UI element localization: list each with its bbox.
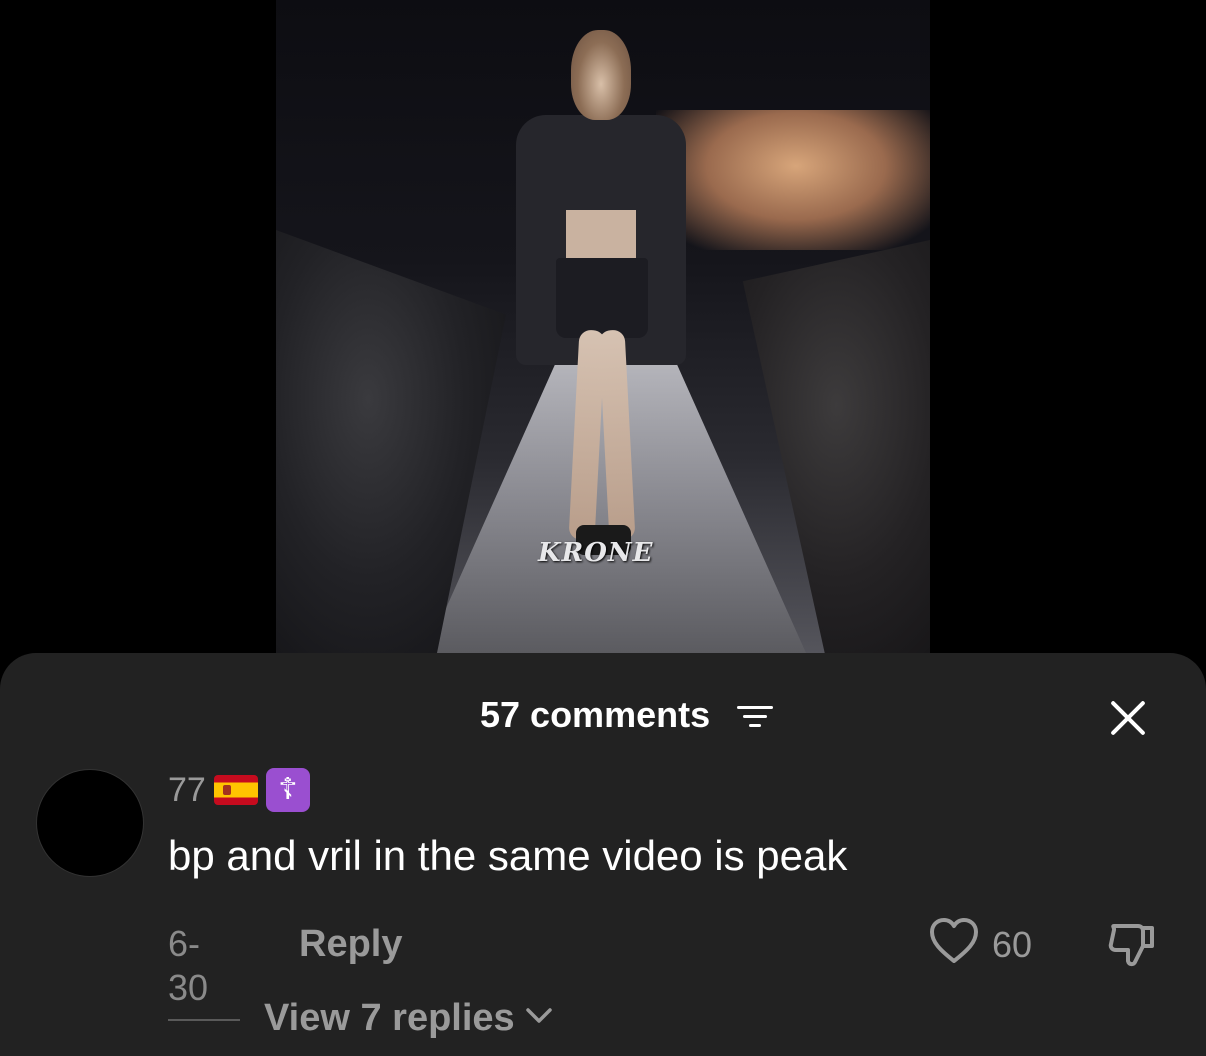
comment-date: 6-30 — [168, 923, 209, 1008]
divider — [168, 1019, 240, 1021]
model-shorts — [556, 258, 648, 338]
comment-text: bp and vril in the same video is peak — [168, 832, 848, 879]
video-player[interactable]: KRONE — [0, 0, 1206, 700]
heart-icon[interactable] — [928, 917, 980, 965]
orthodox-cross-icon: ☦ — [265, 768, 310, 812]
comments-header: 57 comments — [0, 691, 1206, 741]
chevron-down-icon[interactable] — [524, 1006, 554, 1026]
video-caption: KRONE — [538, 538, 654, 568]
runway-model — [516, 30, 686, 590]
video-frame[interactable]: KRONE — [276, 0, 930, 653]
stage-backdrop — [656, 110, 930, 250]
like-count: 60 — [992, 924, 1033, 965]
model-head — [571, 30, 631, 120]
comment-item: 77 ☦ bp and vril in the same video is pe… — [0, 766, 1206, 1056]
comments-count: 57 comments — [480, 694, 711, 735]
close-icon[interactable] — [1106, 695, 1150, 739]
view-replies-button[interactable]: View 7 replies — [264, 996, 515, 1040]
dislike-icon[interactable] — [1106, 918, 1158, 970]
comments-sheet: 57 comments 77 ☦ bp and vril in the same… — [0, 653, 1206, 1056]
avatar[interactable] — [37, 770, 143, 876]
flag-spain-icon — [213, 775, 258, 805]
like-button[interactable]: 60 — [928, 917, 1048, 967]
username[interactable]: 77 — [168, 770, 206, 810]
model-midriff — [566, 210, 636, 260]
reply-button[interactable]: Reply — [299, 922, 402, 966]
sort-lines-icon[interactable] — [737, 704, 773, 730]
comment-author-row: 77 ☦ — [168, 768, 310, 812]
